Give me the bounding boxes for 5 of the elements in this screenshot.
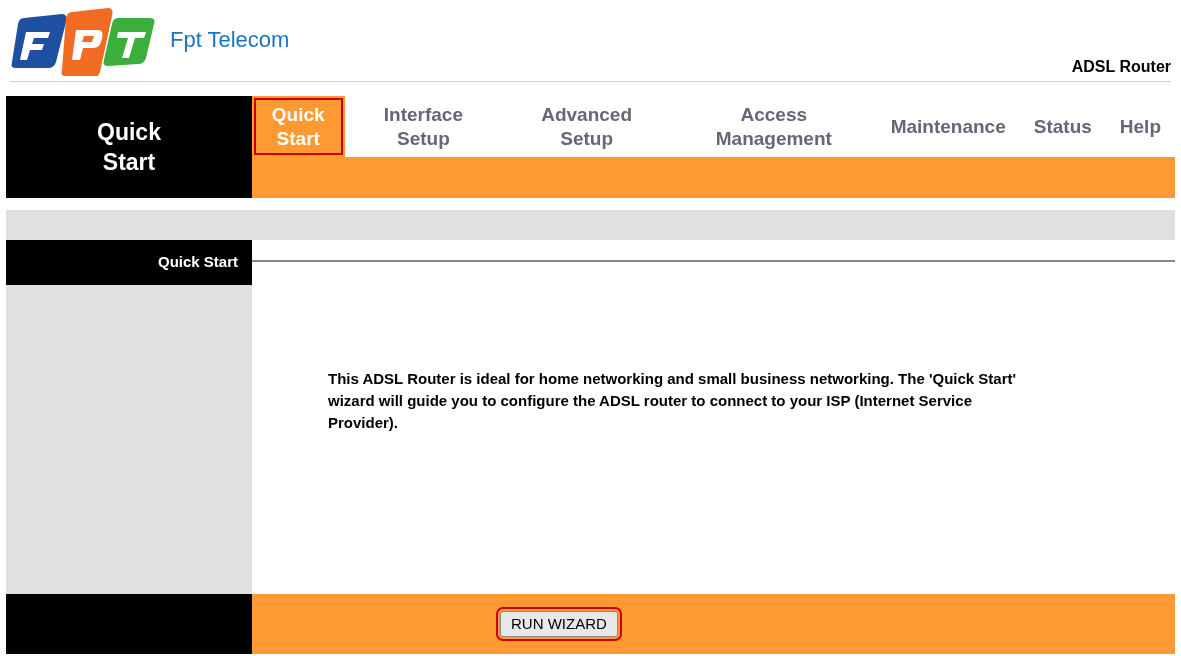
section-title: Quick Start xyxy=(96,118,162,177)
product-name: ADSL Router xyxy=(1071,57,1171,77)
brand-name: Fpt Telecom xyxy=(170,26,290,54)
section-label: Quick Start xyxy=(157,252,238,273)
description-text: This ADSL Router is ideal for home networking and small business networking. The 'Quick Start' wizard will guide you to configure the ADSL router to connect to your ISP (Internet Service Provider). xyxy=(328,369,1018,433)
